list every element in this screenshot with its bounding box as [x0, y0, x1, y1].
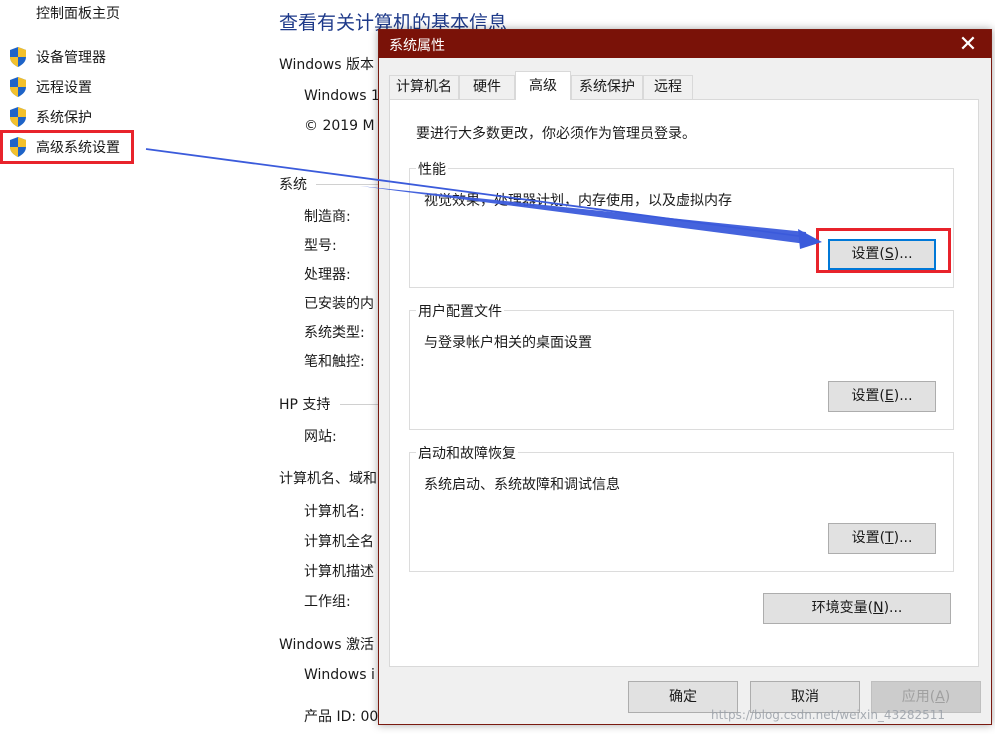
- watermark-text: https://blog.csdn.net/weixin_43282511: [711, 708, 946, 722]
- annotation-arrow: [145, 148, 822, 249]
- tab-advanced[interactable]: 高级: [515, 71, 571, 100]
- arrow-wedge: [360, 186, 806, 244]
